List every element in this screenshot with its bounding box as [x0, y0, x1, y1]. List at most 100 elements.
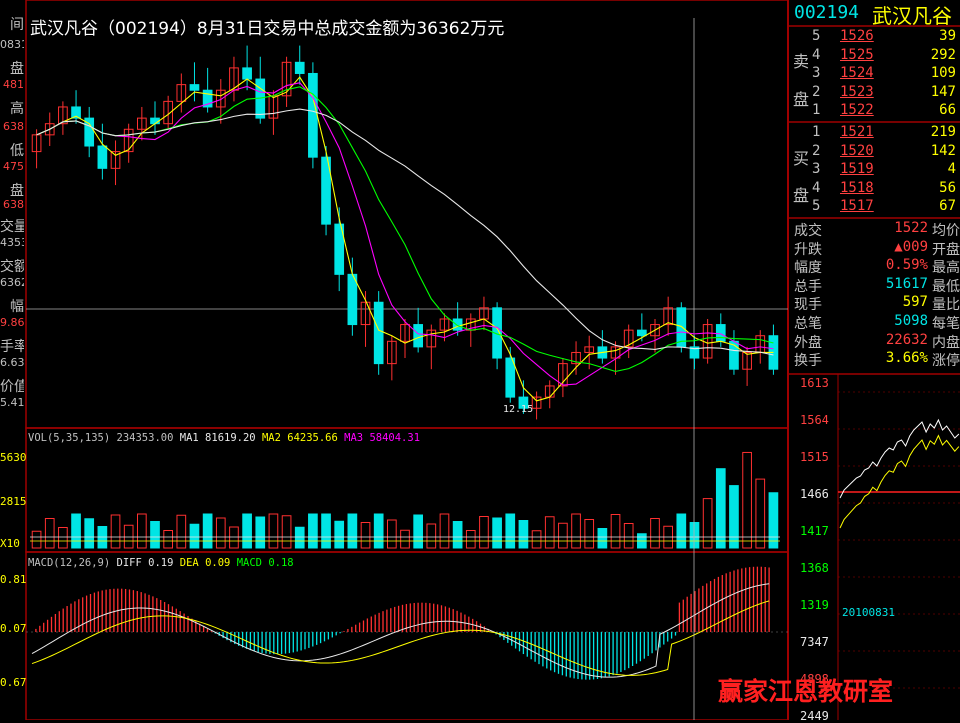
- left-info-label: 价值: [0, 379, 24, 395]
- volume-bar: [702, 498, 713, 549]
- volume-bar: [176, 514, 187, 549]
- stat-label: 成交: [794, 223, 822, 239]
- main-pane-frame: [25, 0, 789, 429]
- order-level: 1: [812, 124, 821, 140]
- intraday-price-line: [839, 418, 960, 499]
- volume-bar: [452, 521, 463, 549]
- volume-bar: [347, 513, 358, 549]
- sell-order-row[interactable]: 3 1524 109: [790, 65, 960, 81]
- sell-order-row[interactable]: 2 1523 147: [790, 84, 960, 100]
- buy-order-row[interactable]: 5 1517 67: [790, 198, 960, 214]
- volume-bar: [255, 516, 266, 549]
- candle-body: [715, 324, 726, 342]
- volume-bar: [518, 520, 529, 549]
- volume-bar: [31, 530, 42, 549]
- sell-order-row[interactable]: 1 1522 66: [790, 102, 960, 118]
- left-info-label: 高: [10, 101, 24, 117]
- stat-label: 幅度: [794, 260, 822, 277]
- vol-title: VOL(5,35,135): [28, 432, 111, 444]
- intraday-axis-label: 1319: [800, 598, 829, 612]
- macd-axis-bottom: 0.67: [0, 676, 27, 689]
- candle-body: [452, 318, 463, 331]
- order-price: 1524: [840, 65, 874, 81]
- stat-label: 外盘: [794, 334, 822, 351]
- vol-axis-unit: X10: [0, 537, 20, 550]
- stat-value: 597: [902, 294, 928, 311]
- quote-stat-row: 现手 597 量比: [794, 294, 960, 314]
- volume-bar: [334, 520, 345, 549]
- buy-order-row[interactable]: 1 1521 219: [790, 124, 960, 140]
- stat-value: ▲009: [894, 238, 928, 255]
- volume-bar: [465, 530, 476, 549]
- buy-order-row[interactable]: 4 1518 56: [790, 180, 960, 196]
- left-info-label: 481: [3, 78, 24, 91]
- quote-stat-row: 外盘 22632 内盘: [794, 331, 960, 351]
- stat-label: 换手: [794, 353, 822, 370]
- stat-label-2: 最低: [932, 278, 960, 295]
- volume-bar: [544, 516, 555, 549]
- volume-bar: [558, 522, 568, 549]
- order-volume: 39: [939, 28, 956, 44]
- candle-body: [413, 324, 424, 348]
- stat-label: 现手: [794, 297, 822, 314]
- sell-order-row[interactable]: 5 1526 39: [790, 28, 960, 44]
- stat-value: 1522: [894, 220, 928, 236]
- volume-bar: [597, 528, 608, 549]
- dea-value: 0.09: [205, 557, 231, 569]
- macd-pane-frame: [25, 551, 789, 720]
- order-level: 4: [812, 46, 821, 63]
- volume-bar: [268, 513, 279, 549]
- stat-label: 升跌: [794, 241, 822, 258]
- order-volume: 67: [939, 198, 956, 214]
- order-volume: 66: [939, 102, 956, 118]
- candle-body: [308, 72, 318, 158]
- left-info-label: 交量: [0, 219, 24, 235]
- buy-order-row[interactable]: 2 1520 142: [790, 143, 960, 159]
- stat-label-2: 涨停: [932, 353, 960, 370]
- ma1-value: 81619.20: [205, 432, 256, 444]
- volume-bar: [413, 514, 424, 549]
- buy-order-row[interactable]: 3 1519 4: [790, 161, 960, 177]
- stock-name: 武汉凡谷: [872, 4, 952, 28]
- intraday-axis-label: 1515: [800, 450, 829, 464]
- volume-bar: [623, 523, 634, 549]
- left-info-label: 638: [3, 198, 24, 211]
- intraday-axis-label: 1613: [800, 376, 829, 390]
- volume-bar: [715, 468, 726, 549]
- volume-bar: [137, 513, 147, 549]
- sell-order-row[interactable]: 4 1525 292: [790, 47, 960, 63]
- macd-axis-mid: 0.07: [0, 622, 27, 635]
- intraday-axis-label: 2449: [800, 709, 829, 723]
- volume-bar: [84, 518, 95, 549]
- volume-bar: [505, 513, 516, 549]
- volume-bar: [202, 513, 213, 549]
- macd-dea-line: [31, 600, 770, 676]
- stat-label-2: 最高: [932, 260, 960, 277]
- stat-label-2: 量比: [932, 297, 960, 314]
- volume-bar: [163, 530, 174, 549]
- left-info-label: 4353: [0, 236, 24, 249]
- macd-diff-line: [31, 583, 770, 678]
- volume-bar: [44, 518, 55, 549]
- left-info-label: 手率: [0, 339, 24, 355]
- order-price: 1519: [840, 161, 874, 177]
- intraday-axis-label: 1466: [800, 487, 829, 501]
- order-price: 1526: [840, 28, 874, 44]
- left-info-label: 5.41: [0, 396, 24, 409]
- volume-bar: [387, 519, 397, 549]
- order-volume: 292: [930, 46, 956, 63]
- quote-stat-row: 幅度 0.59% 最高: [794, 257, 960, 277]
- volume-bar: [281, 515, 292, 549]
- vol-axis-top: 5630: [0, 451, 27, 464]
- vol-indicator-line: VOL(5,35,135) 234353.00 MA1 81619.20 MA2…: [28, 432, 420, 444]
- stat-value: 22632: [885, 331, 928, 348]
- candle-body: [505, 357, 516, 398]
- volume-bar: [676, 513, 687, 549]
- watermark: 赢家江恩教研室: [718, 677, 894, 706]
- volume-bar: [229, 526, 239, 549]
- volume-pane-frame: [25, 427, 789, 553]
- left-info-label: 9.86: [0, 316, 24, 329]
- order-level: 3: [812, 161, 821, 177]
- diff-value: 0.19: [148, 557, 174, 569]
- volume-bar: [650, 518, 660, 549]
